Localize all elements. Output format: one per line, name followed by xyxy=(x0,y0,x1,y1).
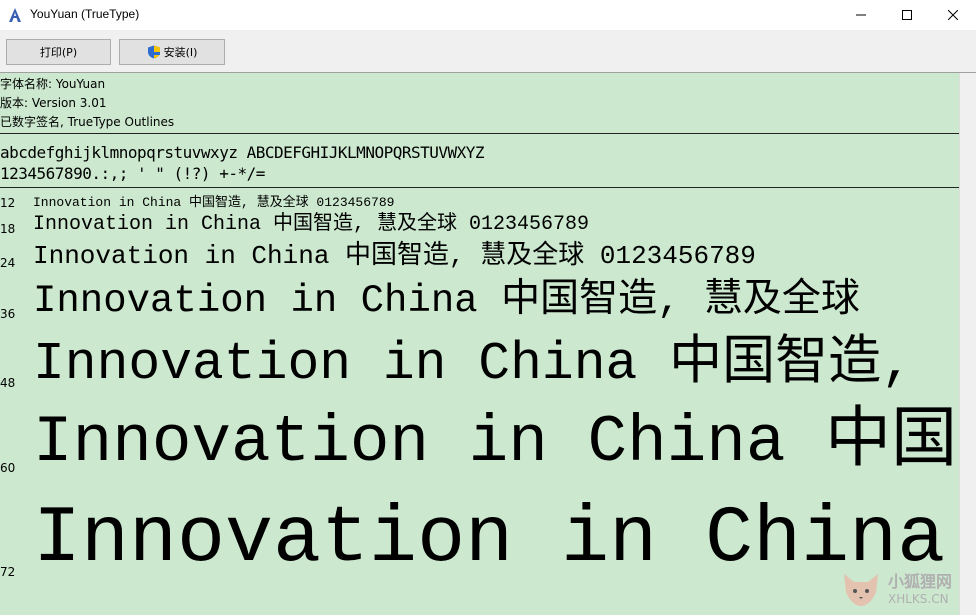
title-bar: YouYuan (TrueType) xyxy=(0,0,976,30)
install-button-label: 安装(I) xyxy=(163,46,198,59)
font-preview-area: 字体名称: YouYuan 版本: Version 3.01 已数字签名, Tr… xyxy=(0,73,959,615)
size-label-36: 36 xyxy=(0,307,16,321)
sample-line-48: Innovation in China 中国智造, xyxy=(33,334,913,394)
separator xyxy=(0,133,959,134)
print-button[interactable]: 打印(P) xyxy=(6,39,111,65)
print-button-label: 打印(P) xyxy=(39,46,78,59)
minimize-button[interactable] xyxy=(838,0,884,30)
toolbar: 打印(P) 安装(I) xyxy=(0,30,976,73)
font-version-info: 版本: Version 3.01 xyxy=(0,96,107,110)
close-button[interactable] xyxy=(930,0,976,30)
font-app-icon xyxy=(9,8,21,22)
size-label-12: 12 xyxy=(0,196,16,210)
install-button[interactable]: 安装(I) xyxy=(119,39,225,65)
window-title: YouYuan (TrueType) xyxy=(30,7,140,21)
font-name-info: 字体名称: YouYuan xyxy=(0,77,106,91)
watermark-url: XHLKS.CN xyxy=(888,592,949,606)
size-label-18: 18 xyxy=(0,222,16,236)
sample-line-24: Innovation in China 中国智造, 慧及全球 012345678… xyxy=(33,241,756,271)
font-signature-info: 已数字签名, TrueType Outlines xyxy=(0,115,175,129)
minimize-icon xyxy=(856,14,866,16)
sample-line-18: Innovation in China 中国智造, 慧及全球 012345678… xyxy=(33,213,590,236)
fox-logo-icon xyxy=(844,574,878,606)
separator xyxy=(0,187,959,188)
sample-line-12: Innovation in China 中国智造, 慧及全球 012345678… xyxy=(33,195,395,210)
size-label-72: 72 xyxy=(0,565,16,579)
close-icon xyxy=(948,10,958,20)
sample-line-36: Innovation in China 中国智造, 慧及全球 xyxy=(33,279,860,323)
size-label-60: 60 xyxy=(0,461,16,475)
charset-symbols: 1234567890.:,; ' " (!?) +-*/= xyxy=(0,164,265,183)
charset-letters: abcdefghijklmnopqrstuvwxyz ABCDEFGHIJKLM… xyxy=(0,143,485,162)
size-label-24: 24 xyxy=(0,256,16,270)
shield-icon xyxy=(147,45,160,59)
maximize-icon xyxy=(902,10,912,20)
size-label-48: 48 xyxy=(0,376,16,390)
sample-line-60: Innovation in China 中国 xyxy=(33,405,958,480)
watermark-text: 小狐狸网 xyxy=(888,572,953,591)
sample-line-72: Innovation in China xyxy=(33,494,946,585)
maximize-button[interactable] xyxy=(884,0,930,30)
vertical-scrollbar[interactable] xyxy=(959,73,976,615)
site-watermark: 小狐狸网 XHLKS.CN xyxy=(834,560,959,615)
